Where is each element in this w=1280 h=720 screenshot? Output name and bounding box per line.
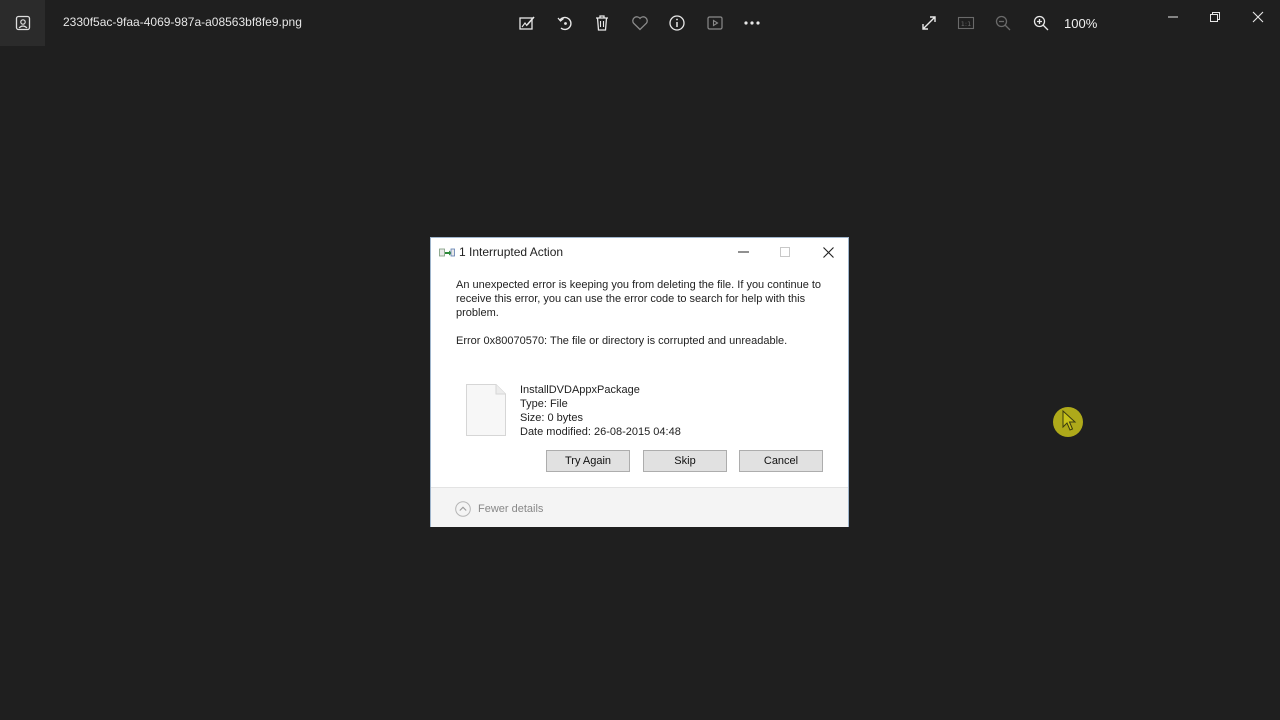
photos-app-icon[interactable] bbox=[0, 0, 45, 46]
mouse-cursor-icon bbox=[1062, 409, 1078, 437]
minimize-icon[interactable] bbox=[1160, 8, 1186, 26]
actual-size-icon[interactable]: 1:1 bbox=[955, 12, 977, 34]
dialog-close-icon[interactable] bbox=[817, 242, 839, 262]
dialog-maximize-icon bbox=[774, 242, 796, 262]
dialog-title: 1 Interrupted Action bbox=[459, 245, 564, 259]
svg-text:1:1: 1:1 bbox=[961, 20, 971, 28]
fewer-details-link[interactable]: Fewer details bbox=[478, 503, 543, 515]
file-details: InstallDVDAppxPackage Type: File Size: 0… bbox=[520, 383, 681, 439]
cancel-button[interactable]: Cancel bbox=[739, 450, 823, 472]
zoom-level: 100% bbox=[1064, 16, 1098, 31]
restore-icon[interactable] bbox=[1202, 8, 1228, 26]
file-thumbnail-icon bbox=[466, 384, 506, 436]
chevron-up-icon[interactable] bbox=[455, 501, 471, 517]
close-icon[interactable] bbox=[1245, 8, 1271, 26]
skip-button[interactable]: Skip bbox=[643, 450, 727, 472]
slideshow-icon[interactable] bbox=[704, 12, 726, 34]
dialog-minimize-icon[interactable] bbox=[732, 242, 754, 262]
dialog-footer: Fewer details bbox=[431, 487, 848, 527]
favorite-icon[interactable] bbox=[629, 12, 651, 34]
photos-toolbar: 2330f5ac-9faa-4069-987a-a08563bf8fe9.png bbox=[0, 0, 1280, 46]
zoom-in-icon[interactable] bbox=[1030, 12, 1052, 34]
try-again-button[interactable]: Try Again bbox=[546, 450, 630, 472]
file-size-label: Size: 0 bytes bbox=[520, 412, 583, 424]
error-message: An unexpected error is keeping you from … bbox=[456, 279, 822, 319]
file-name: 2330f5ac-9faa-4069-987a-a08563bf8fe9.png bbox=[63, 15, 302, 29]
file-name-label: InstallDVDAppxPackage bbox=[520, 384, 640, 396]
more-icon[interactable] bbox=[741, 12, 763, 34]
rotate-icon[interactable] bbox=[554, 12, 576, 34]
delete-icon[interactable] bbox=[591, 12, 613, 34]
error-code: Error 0x80070570: The file or directory … bbox=[456, 335, 788, 347]
file-modified-label: Date modified: 26-08-2015 04:48 bbox=[520, 426, 681, 438]
file-operation-icon bbox=[439, 246, 455, 260]
info-icon[interactable] bbox=[666, 12, 688, 34]
zoom-out-icon[interactable] bbox=[992, 12, 1014, 34]
interrupted-action-dialog: 1 Interrupted Action An unexpected error… bbox=[430, 237, 849, 527]
file-type-label: Type: File bbox=[520, 398, 568, 410]
fullscreen-icon[interactable] bbox=[918, 12, 940, 34]
edit-image-icon[interactable] bbox=[516, 12, 538, 34]
